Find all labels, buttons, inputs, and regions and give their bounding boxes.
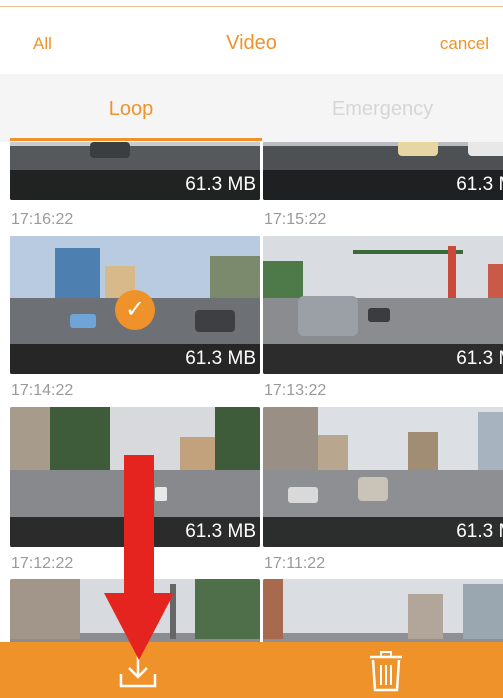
- video-thumbnail[interactable]: 61.3 MB: [263, 142, 503, 200]
- trash-icon: [370, 651, 402, 692]
- car-shape: [368, 308, 390, 322]
- car-shape: [195, 310, 235, 332]
- building-shape: [463, 584, 503, 639]
- video-thumbnail[interactable]: 61.3 MB: [263, 236, 503, 374]
- select-all-button[interactable]: All: [33, 34, 52, 54]
- file-size: 61.3 MB: [456, 521, 503, 542]
- video-timestamp: 17:12:22: [11, 555, 74, 572]
- delete-button[interactable]: [361, 648, 411, 692]
- page-title: Video: [226, 32, 277, 54]
- car-shape: [90, 142, 130, 158]
- car-shape: [358, 477, 388, 501]
- header-bar: Video All cancel: [0, 20, 503, 70]
- file-size: 61.3 MB: [185, 174, 256, 195]
- file-size: 61.3 MB: [456, 174, 503, 195]
- file-size: 61.3 MB: [456, 348, 503, 369]
- bottom-toolbar: [0, 642, 503, 698]
- video-timestamp: 17:11:22: [264, 555, 326, 572]
- video-timestamp: 17:13:22: [264, 382, 327, 399]
- top-divider: [0, 6, 503, 7]
- annotation-arrow-icon: [104, 455, 174, 660]
- car-shape: [70, 314, 96, 328]
- building-shape: [408, 594, 443, 639]
- van-shape: [298, 296, 358, 336]
- car-shape: [288, 487, 318, 503]
- video-thumbnail[interactable]: [263, 579, 503, 642]
- video-timestamp: 17:14:22: [11, 382, 74, 399]
- cancel-button[interactable]: cancel: [440, 34, 489, 54]
- car-shape: [468, 142, 503, 156]
- file-size: 61.3 MB: [185, 521, 256, 542]
- video-grid: 61.3 MB 61.3 MB 17:16:22 17:15:22 ✓ 61.3…: [0, 142, 503, 642]
- video-thumbnail-selected[interactable]: ✓ 61.3 MB: [10, 236, 260, 374]
- building-shape: [263, 579, 283, 639]
- selected-check-icon: ✓: [115, 290, 155, 330]
- building-shape: [10, 579, 80, 639]
- building-shape: [478, 412, 503, 472]
- tree-shape: [215, 407, 260, 477]
- video-timestamp: 17:15:22: [264, 211, 327, 228]
- car-shape: [398, 142, 438, 156]
- tree-shape: [195, 579, 260, 639]
- file-size: 61.3 MB: [185, 348, 256, 369]
- building-shape: [55, 248, 100, 303]
- video-timestamp: 17:16:22: [11, 211, 74, 228]
- active-tab-indicator: [10, 138, 262, 141]
- tab-emergency[interactable]: Emergency: [262, 98, 503, 121]
- traffic-gantry: [353, 250, 463, 254]
- video-thumbnail[interactable]: 61.3 MB: [263, 407, 503, 547]
- video-thumbnail[interactable]: 61.3 MB: [10, 142, 260, 200]
- tab-loop[interactable]: Loop: [0, 98, 262, 121]
